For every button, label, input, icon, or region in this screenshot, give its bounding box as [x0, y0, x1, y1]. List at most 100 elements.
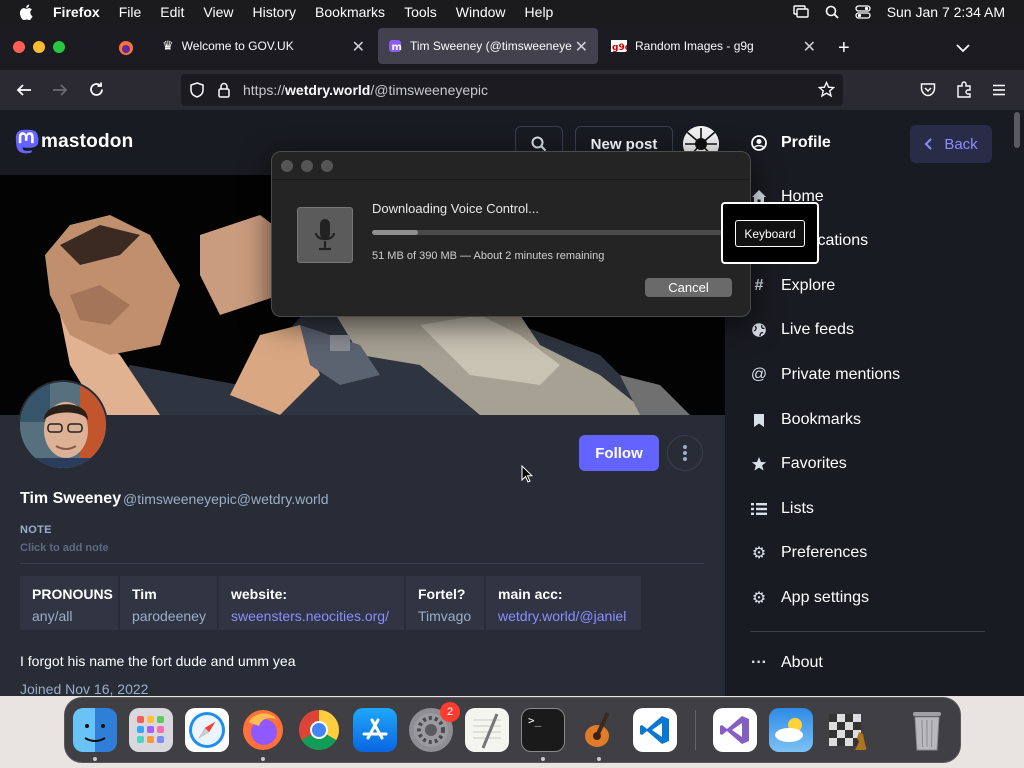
firefox-icon[interactable]: [241, 708, 285, 752]
minimize-window-button[interactable]: [33, 41, 45, 53]
extensions-puzzle-icon[interactable]: [956, 81, 972, 103]
nav-favorites[interactable]: Favorites: [751, 455, 847, 473]
chrome-icon[interactable]: [297, 708, 341, 752]
cancel-button[interactable]: Cancel: [645, 278, 732, 297]
menu-firefox[interactable]: Firefox: [53, 4, 100, 20]
chess-icon[interactable]: [825, 708, 869, 752]
mouse-cursor-icon: [521, 465, 533, 483]
mastodon-logo[interactable]: mastodon: [15, 129, 133, 155]
profile-bio: I forgot his name the fort dude and umm …: [20, 653, 296, 669]
download-title: Downloading Voice Control...: [372, 201, 539, 216]
menu-bookmarks[interactable]: Bookmarks: [315, 4, 385, 20]
menu-tools[interactable]: Tools: [404, 4, 437, 20]
close-tab-icon[interactable]: ✕: [803, 37, 816, 57]
tab-random-images[interactable]: g9g Random Images - g9g ✕: [601, 28, 826, 64]
launchpad-icon[interactable]: [129, 708, 173, 752]
main-account-link[interactable]: wetdry.world/@janiel: [498, 608, 629, 624]
account-handle[interactable]: @timsweeneyepic@wetdry.world: [123, 491, 329, 507]
column-header-profile: Profile: [751, 134, 831, 152]
navigation-toolbar: https://wetdry.world/@timsweeneyepic: [0, 70, 1024, 110]
safari-icon[interactable]: [185, 708, 229, 752]
note-input[interactable]: Click to add note: [20, 542, 109, 554]
new-tab-plus-icon[interactable]: +: [838, 37, 850, 60]
screen-mirroring-icon[interactable]: [792, 5, 809, 19]
zoom-window-button[interactable]: [53, 41, 65, 53]
close-tab-icon[interactable]: ✕: [352, 37, 365, 57]
control-center-icon[interactable]: [855, 5, 871, 19]
finder-icon[interactable]: [73, 708, 117, 752]
nav-lists[interactable]: Lists: [751, 500, 814, 518]
nav-app-settings[interactable]: ⚙ App settings: [751, 589, 869, 607]
tab-title: Tim Sweeney (@timsweeneyepic: [410, 39, 572, 53]
garageband-icon[interactable]: [577, 708, 621, 752]
firefox-view-icon[interactable]: [118, 40, 134, 61]
pocket-icon[interactable]: [920, 82, 936, 102]
back-label: Back: [944, 135, 978, 153]
forward-arrow-icon[interactable]: [52, 82, 68, 103]
hamburger-menu-icon[interactable]: [992, 83, 1006, 101]
nav-explore[interactable]: # Explore: [751, 277, 836, 295]
star-icon: [751, 456, 767, 472]
profile-avatar[interactable]: [18, 380, 108, 470]
url-bar[interactable]: https://wetdry.world/@timsweeneyepic: [181, 74, 843, 106]
app-store-icon[interactable]: [353, 708, 397, 752]
menu-edit[interactable]: Edit: [160, 4, 184, 20]
nav-preferences[interactable]: ⚙ Preferences: [751, 544, 867, 562]
download-progress-fill: [372, 230, 418, 235]
dialog-zoom-button[interactable]: [321, 160, 333, 172]
gear-icon: ⚙: [751, 545, 767, 562]
dialog-close-button[interactable]: [281, 160, 293, 172]
bookmark-star-icon[interactable]: [817, 80, 836, 103]
nav-label: Bookmarks: [781, 411, 862, 428]
nav-about[interactable]: ··· About: [751, 654, 823, 672]
back-button[interactable]: Back: [910, 125, 992, 163]
visual-studio-icon[interactable]: [713, 708, 757, 752]
trash-icon[interactable]: [905, 708, 949, 752]
keyboard-label[interactable]: Keyboard: [735, 220, 805, 247]
dialog-minimize-button[interactable]: [301, 160, 313, 172]
terminal-icon[interactable]: >_: [521, 708, 565, 752]
svg-text:m: m: [392, 42, 402, 53]
follow-button[interactable]: Follow: [579, 435, 659, 471]
more-options-button[interactable]: [667, 435, 703, 471]
list-all-tabs-chevron-icon[interactable]: [956, 40, 970, 58]
url-scheme: https://: [243, 82, 286, 98]
tab-gov-uk[interactable]: ♛ Welcome to GOV.UK ✕: [150, 28, 375, 64]
menu-history[interactable]: History: [252, 4, 296, 20]
nav-private-mentions[interactable]: @ Private mentions: [751, 366, 900, 384]
menu-help[interactable]: Help: [525, 4, 554, 20]
menu-window[interactable]: Window: [456, 4, 506, 20]
navigation-sidebar: Profile Back Home Notifications # Explore…: [745, 110, 1010, 696]
menu-bar: Firefox File Edit View History Bookmarks…: [0, 0, 1024, 24]
apple-icon[interactable]: [19, 4, 33, 20]
weather-icon[interactable]: [769, 708, 813, 752]
nav-label: Lists: [781, 500, 814, 517]
url-text[interactable]: https://wetdry.world/@timsweeneyepic: [243, 82, 488, 98]
nav-live-feeds[interactable]: Live feeds: [751, 321, 854, 339]
menubar-clock[interactable]: Sun Jan 7 2:34 AM: [887, 4, 1005, 20]
lock-icon[interactable]: [218, 82, 230, 103]
tab-tim-sweeney[interactable]: m Tim Sweeney (@timsweeneyepic ✕: [378, 28, 598, 64]
back-arrow-icon[interactable]: [16, 82, 32, 103]
close-tab-icon[interactable]: ✕: [575, 37, 588, 57]
vscode-icon[interactable]: [633, 708, 677, 752]
close-window-button[interactable]: [13, 41, 25, 53]
scrollbar-thumb[interactable]: [1014, 112, 1020, 148]
spotlight-search-icon[interactable]: [825, 5, 839, 19]
reload-icon[interactable]: [88, 81, 105, 103]
tracking-protection-shield-icon[interactable]: [190, 82, 204, 103]
page-scrollbar[interactable]: [1010, 110, 1024, 696]
menu-file[interactable]: File: [119, 4, 142, 20]
terminal-prompt: >_: [528, 714, 542, 727]
field-value: parodeeney: [132, 608, 206, 624]
running-indicator: [261, 757, 265, 761]
menu-view[interactable]: View: [203, 4, 233, 20]
bookmark-icon: [751, 412, 767, 428]
g9g-favicon-icon: g9g: [611, 40, 627, 52]
textedit-icon[interactable]: [465, 708, 509, 752]
website-link[interactable]: sweensters.neocities.org/: [231, 608, 392, 624]
nav-bookmarks[interactable]: Bookmarks: [751, 411, 861, 429]
field-key: PRONOUNS: [32, 586, 113, 602]
mastodon-logo-icon: [15, 129, 39, 154]
dialog-titlebar[interactable]: [272, 152, 750, 180]
